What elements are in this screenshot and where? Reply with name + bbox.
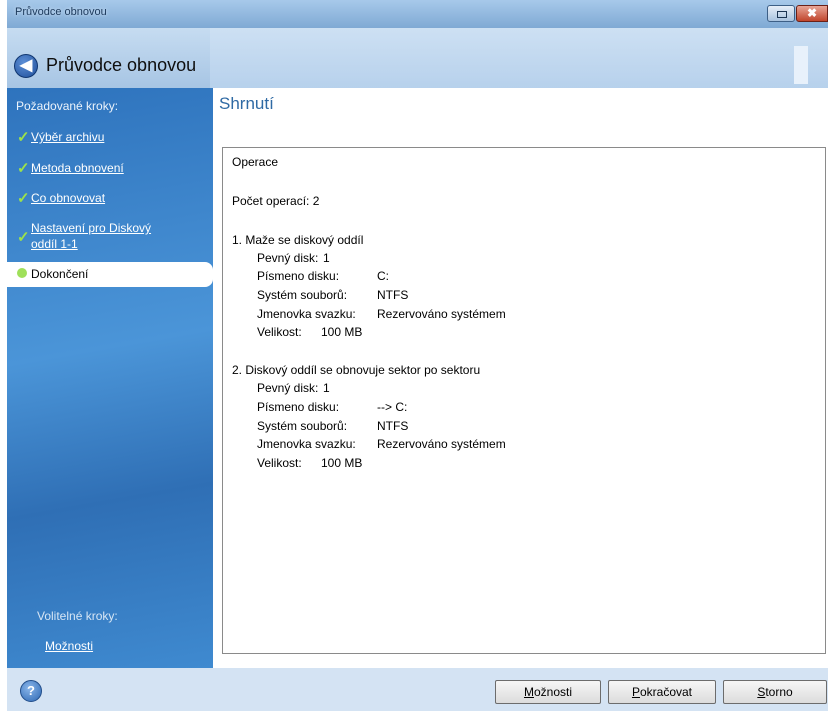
field-value: Rezervováno systémem	[377, 437, 506, 451]
wizard-header: ◀ Průvodce obnovou	[7, 28, 828, 88]
field-key: Písmeno disku:	[257, 269, 340, 283]
current-step-arrow-icon	[17, 268, 27, 278]
summary-panel: Operace Počet operací: 2 1. Maže se disk…	[222, 147, 826, 654]
close-button[interactable]: ✖	[796, 5, 828, 22]
checkmark-icon: ✓	[17, 160, 30, 177]
footer-bar: ? Možnosti Pokračovat Storno	[7, 668, 828, 711]
operation-1-title: 1. Maže se diskový oddíl	[232, 233, 364, 247]
summary-heading: Operace	[232, 155, 279, 169]
checkmark-icon: ✓	[17, 129, 30, 146]
back-arrow-icon[interactable]: ◀	[14, 54, 38, 78]
header-panel	[210, 28, 828, 88]
required-steps-label: Požadované kroky:	[16, 99, 119, 113]
steps-sidebar: Požadované kroky: ✓ Výběr archivu ✓ Meto…	[7, 88, 213, 668]
wizard-title: Průvodce obnovou	[46, 55, 197, 75]
field-value: C:	[377, 269, 389, 283]
field-value: 1	[323, 381, 330, 395]
maximize-icon	[777, 11, 787, 18]
step-finish[interactable]: Dokončení	[7, 262, 213, 287]
step-label-line2: oddíl 1-1	[31, 237, 78, 251]
step-label: Dokončení	[31, 267, 89, 281]
operation-count: Počet operací: 2	[232, 194, 320, 208]
field-key: Systém souborů:	[257, 419, 348, 433]
options-label: ožnosti	[533, 685, 573, 699]
cancel-button[interactable]: Storno	[723, 680, 827, 704]
continue-label: okračovat	[639, 685, 693, 699]
optional-steps-label: Volitelné kroky:	[37, 609, 118, 623]
field-key: Velikost:	[257, 325, 302, 339]
checkmark-icon: ✓	[17, 229, 30, 246]
options-accesskey: M	[523, 685, 534, 699]
field-key: Písmeno disku:	[257, 400, 340, 414]
help-icon[interactable]: ?	[20, 680, 42, 702]
field-key: Pevný disk:	[257, 381, 319, 395]
field-value: NTFS	[377, 419, 409, 433]
step-label-line1: Nastavení pro Diskový	[31, 221, 152, 235]
field-value: NTFS	[377, 288, 409, 302]
operation-2-title: 2. Diskový oddíl se obnovuje sektor po s…	[232, 363, 481, 377]
window-title: Průvodce obnovou	[15, 6, 107, 18]
options-link[interactable]: Možnosti	[45, 639, 93, 653]
field-key: Velikost:	[257, 456, 302, 470]
field-key: Systém souborů:	[257, 288, 348, 302]
title-bar: Průvodce obnovou ✖	[7, 0, 828, 28]
continue-accesskey: P	[631, 685, 640, 699]
field-value: 1	[323, 251, 330, 265]
step-label: Metoda obnovení	[31, 161, 124, 175]
step-label: Výběr archivu	[31, 130, 105, 144]
field-value: --> C:	[377, 400, 408, 414]
step-label: Co obnovovat	[31, 191, 106, 205]
field-key: Jmenovka svazku:	[257, 437, 356, 451]
field-value: Rezervováno systémem	[377, 307, 506, 321]
options-button[interactable]: Možnosti	[495, 680, 601, 704]
field-value: 100 MB	[321, 325, 363, 339]
header-scroll-area	[794, 46, 808, 84]
field-key: Pevný disk:	[257, 251, 319, 265]
page-title: Shrnutí	[219, 94, 274, 113]
field-key: Jmenovka svazku:	[257, 307, 356, 321]
continue-button[interactable]: Pokračovat	[608, 680, 716, 704]
cancel-label: torno	[765, 685, 793, 699]
checkmark-icon: ✓	[17, 190, 30, 207]
field-value: 100 MB	[321, 456, 363, 470]
recovery-wizard-window: Průvodce obnovou ✖ ◀ Průvodce obnovou Po…	[7, 0, 828, 711]
maximize-button[interactable]	[767, 5, 795, 22]
